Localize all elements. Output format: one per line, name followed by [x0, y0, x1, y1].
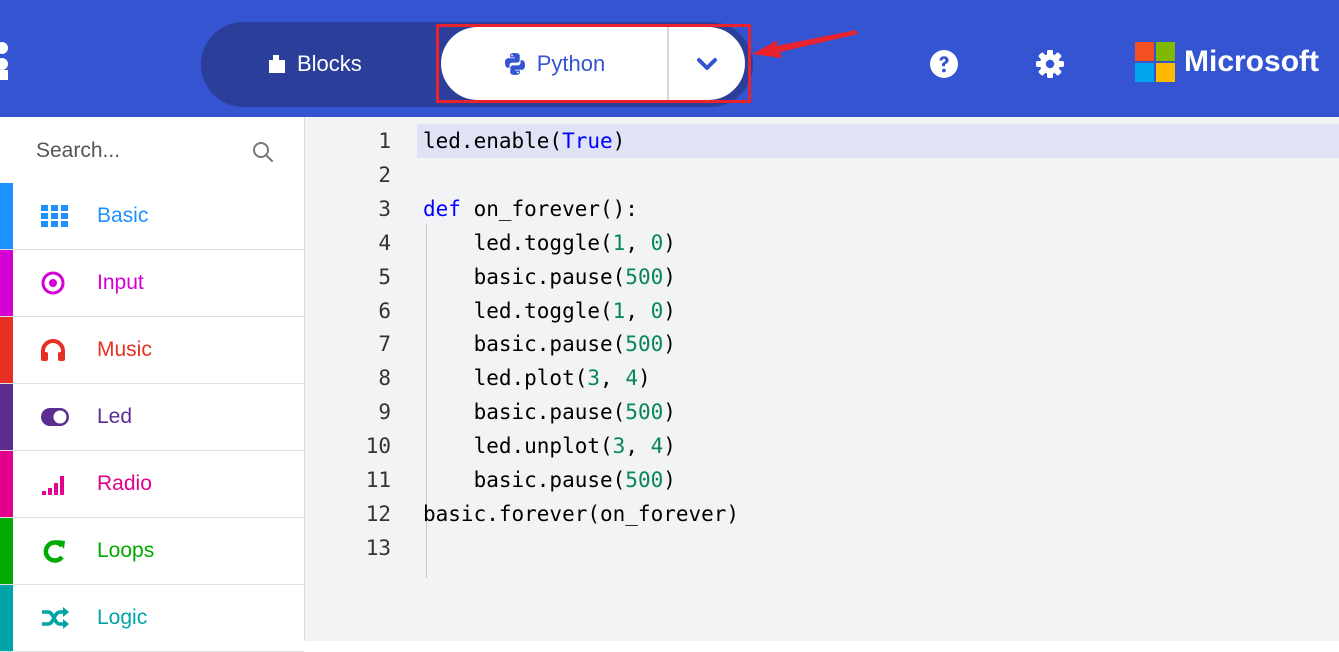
code-text[interactable]: def on_forever():	[423, 192, 638, 226]
code-line[interactable]: 12 basic.forever(on_forever)	[305, 497, 1339, 531]
chevron-down-icon	[697, 57, 717, 70]
category-list: Basic Input Music Led Radio Loops Logic	[0, 183, 304, 652]
code-line[interactable]: 10 led.unplot(3, 4)	[305, 429, 1339, 463]
category-color-stripe	[0, 451, 13, 517]
category-basic-label: Basic	[97, 204, 149, 227]
toolbox-sidebar: Basic Input Music	[0, 117, 305, 652]
category-logic[interactable]: Logic	[0, 585, 304, 652]
puzzle-icon	[269, 55, 285, 73]
top-bar: Blocks Python Microsoft	[0, 0, 1339, 117]
line-number: 2	[378, 162, 391, 187]
category-color-stripe	[0, 518, 13, 584]
microsoft-logo-icon	[1135, 42, 1175, 82]
search-input[interactable]	[34, 133, 238, 169]
target-icon	[41, 271, 65, 295]
code-text[interactable]: led.plot(3, 4)	[423, 361, 651, 395]
code-line[interactable]: 5 basic.pause(500)	[305, 260, 1339, 294]
shuffle-icon	[42, 607, 69, 629]
code-text[interactable]: led.enable(True)	[423, 124, 625, 158]
toolbox-search	[0, 117, 304, 183]
line-number: 1	[378, 129, 391, 153]
category-radio-label: Radio	[97, 472, 152, 495]
category-led-label: Led	[97, 405, 133, 428]
code-line[interactable]: 13	[305, 531, 1339, 565]
code-text[interactable]: basic.pause(500)	[423, 463, 676, 497]
tab-python[interactable]: Python	[441, 27, 667, 100]
microsoft-logo-text: Microsoft	[1184, 45, 1319, 78]
line-number: 7	[378, 332, 391, 357]
tab-python-label: Python	[536, 50, 606, 76]
line-number: 5	[378, 264, 391, 289]
line-number: 6	[378, 298, 391, 323]
code-line[interactable]: 11 basic.pause(500)	[305, 463, 1339, 497]
category-color-stripe	[0, 250, 13, 316]
category-led[interactable]: Led	[0, 384, 304, 451]
category-basic[interactable]: Basic	[0, 183, 304, 250]
tab-blocks[interactable]: Blocks	[235, 44, 415, 84]
code-text[interactable]: basic.pause(500)	[423, 327, 676, 361]
line-number: 9	[378, 400, 391, 425]
category-color-stripe	[0, 183, 13, 249]
category-loops[interactable]: Loops	[0, 518, 304, 585]
category-loops-label: Loops	[97, 539, 155, 562]
line-number: 3	[378, 196, 391, 221]
category-color-stripe	[0, 317, 13, 383]
code-text[interactable]: basic.pause(500)	[423, 260, 676, 294]
category-logic-label: Logic	[97, 606, 148, 629]
code-line[interactable]: 1 led.enable(True)	[305, 124, 1339, 158]
code-line[interactable]: 4 led.toggle(1, 0)	[305, 226, 1339, 260]
code-line[interactable]: 8 led.plot(3, 4)	[305, 361, 1339, 395]
category-music[interactable]: Music	[0, 317, 304, 384]
code-text[interactable]: led.toggle(1, 0)	[423, 226, 676, 260]
code-editor[interactable]: 1 led.enable(True) 2 3 def on_forever(): 4 le…	[305, 117, 1339, 641]
annotation-arrow-icon	[752, 30, 858, 58]
toggle-icon	[41, 408, 69, 426]
gear-icon[interactable]	[1034, 48, 1066, 80]
line-number: 4	[378, 230, 391, 255]
category-input-label: Input	[97, 271, 144, 294]
line-number: 10	[365, 434, 391, 459]
search-icon[interactable]	[252, 141, 274, 163]
code-text[interactable]: led.unplot(3, 4)	[423, 429, 676, 463]
line-number: 13	[365, 535, 391, 560]
code-line[interactable]: 6 led.toggle(1, 0)	[305, 294, 1339, 328]
category-music-label: Music	[97, 338, 152, 361]
logo-partial-icon[interactable]	[0, 42, 14, 80]
python-icon	[504, 52, 525, 75]
code-text[interactable]: basic.pause(500)	[423, 395, 676, 429]
category-input[interactable]: Input	[0, 250, 304, 317]
code-text[interactable]: basic.forever(on_forever)	[423, 497, 739, 531]
category-color-stripe	[0, 585, 13, 651]
line-number: 8	[378, 366, 391, 391]
code-text[interactable]: led.toggle(1, 0)	[423, 294, 676, 328]
headphones-icon	[41, 339, 65, 361]
category-color-stripe	[0, 384, 13, 450]
line-number: 12	[365, 501, 391, 526]
code-line[interactable]: 3 def on_forever():	[305, 192, 1339, 226]
code-line[interactable]: 7 basic.pause(500)	[305, 327, 1339, 361]
help-icon[interactable]	[928, 48, 960, 80]
line-number: 11	[365, 468, 391, 492]
language-dropdown-button[interactable]	[667, 27, 745, 100]
grid-icon	[41, 205, 68, 227]
loop-icon	[43, 540, 65, 563]
tab-blocks-label: Blocks	[297, 51, 362, 76]
signal-bars-icon	[42, 476, 64, 495]
code-line[interactable]: 9 basic.pause(500)	[305, 395, 1339, 429]
category-radio[interactable]: Radio	[0, 451, 304, 518]
code-line[interactable]: 2	[305, 158, 1339, 192]
